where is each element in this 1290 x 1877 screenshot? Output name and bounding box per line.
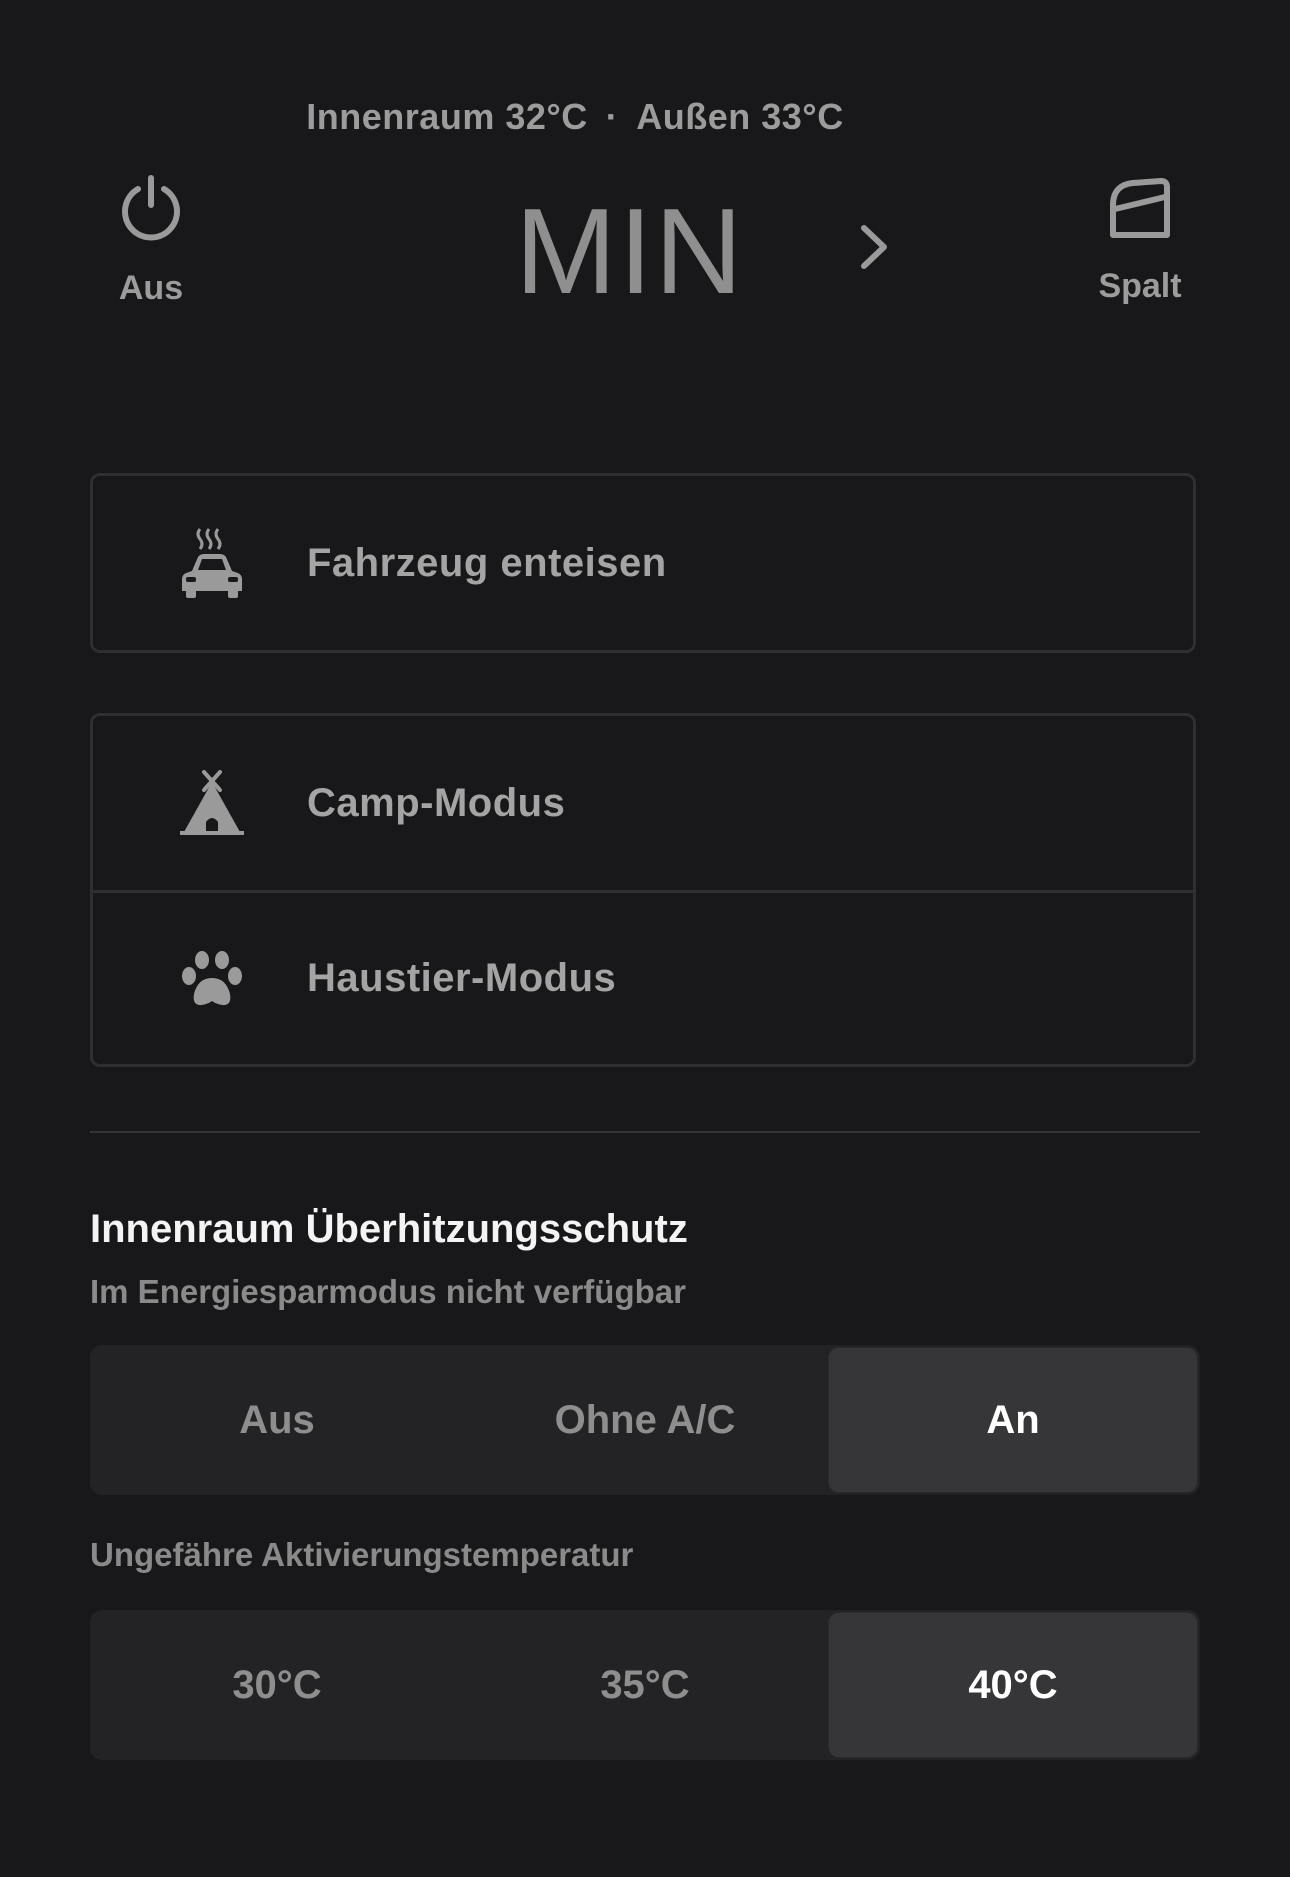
overheat-option-off[interactable]: Aus [93,1348,461,1492]
vent-label: Spalt [1098,267,1182,305]
camp-mode-label: Camp-Modus [307,780,566,825]
temperature-option-40[interactable]: 40°C [829,1613,1197,1757]
fan-level-display[interactable]: MIN [515,190,745,312]
window-vent-button[interactable]: Spalt [1090,175,1190,306]
overheat-protection-title: Innenraum Überhitzungsschutz [90,1207,688,1251]
exterior-temperature: Außen 33°C [636,96,844,137]
defrost-vehicle-button[interactable]: Fahrzeug enteisen [93,476,1193,650]
pet-mode-button[interactable]: Haustier-Modus [93,890,1193,1064]
temperature-option-35[interactable]: 35°C [461,1613,829,1757]
section-divider [90,1131,1200,1133]
status-separator: · [605,96,619,137]
power-icon [122,175,180,241]
pet-mode-label: Haustier-Modus [307,956,617,1000]
camp-mode-button[interactable]: Camp-Modus [93,716,1193,890]
power-label: Aus [118,269,184,307]
activation-temperature-label: Ungefähre Aktivierungstemperatur [90,1536,634,1573]
temperature-status: Innenraum 32°C · Außen 33°C [0,96,1150,138]
fan-level-next-button[interactable] [858,222,890,277]
overheat-option-no-ac[interactable]: Ohne A/C [461,1348,829,1492]
overheat-protection-subtitle: Im Energiesparmodus nicht verfügbar [90,1273,686,1310]
defrost-card: Fahrzeug enteisen [90,473,1196,653]
defrost-label: Fahrzeug enteisen [307,540,667,585]
interior-temperature: Innenraum 32°C [306,96,588,137]
modes-card: Camp-Modus Haustier-Modus [90,713,1196,1067]
car-defrost-icon [177,527,247,599]
climate-power-button[interactable]: Aus [106,175,196,308]
activation-temperature-selector: 30°C 35°C 40°C [90,1610,1200,1760]
window-vent-icon [1110,178,1170,238]
overheat-option-on[interactable]: An [829,1348,1197,1492]
chevron-right-icon [861,225,887,269]
overheat-mode-selector: Aus Ohne A/C An [90,1345,1200,1495]
paw-icon [177,948,247,1010]
temperature-option-30[interactable]: 30°C [93,1613,461,1757]
tent-icon [177,770,247,836]
